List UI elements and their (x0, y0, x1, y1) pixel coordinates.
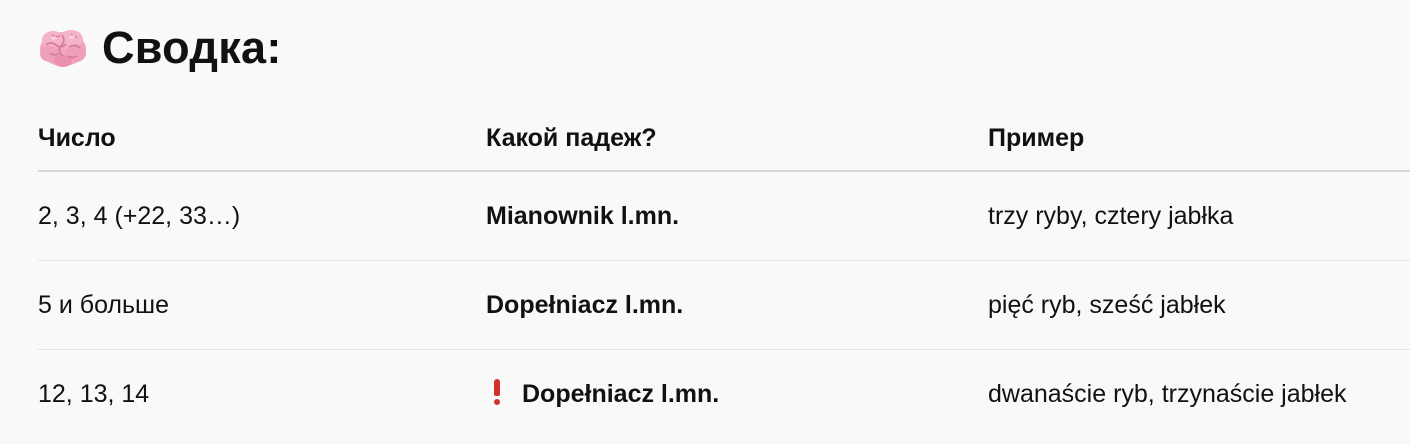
example-cell: trzy ryby, cztery jabłka (988, 171, 1410, 261)
table-header-row: Число Какой падеж? Пример (38, 106, 1410, 172)
column-header-case: Какой падеж? (486, 106, 988, 172)
brain-icon (40, 30, 86, 67)
case-label: Dopełniacz l.mn. (522, 380, 720, 408)
summary-table: Число Какой падеж? Пример 2, 3, 4 (+22, … (38, 106, 1410, 438)
example-cell: dwanaście ryb, trzynaście jabłek (988, 379, 1347, 408)
number-cell: 2, 3, 4 (+22, 33…) (38, 171, 486, 261)
case-cell-with-warning: Dopełniacz l.mn. (486, 350, 988, 439)
exclamation-icon (492, 379, 502, 405)
page-title: Сводка: (102, 22, 282, 73)
page-heading: Сводка: (38, 22, 282, 74)
case-cell: Mianownik l.mn. (486, 171, 988, 261)
table-row: 12, 13, 14 Dopełniacz l.mn. dwanaście ry… (38, 350, 1410, 439)
example-cell: pięć ryb, sześć jabłek (988, 260, 1410, 350)
case-cell: Dopełniacz l.mn. (486, 260, 988, 350)
table-row: 5 и больше Dopełniacz l.mn. pięć ryb, sz… (38, 260, 1410, 350)
column-header-example: Пример (988, 106, 1410, 172)
number-cell: 5 и больше (38, 260, 486, 350)
column-header-number: Число (38, 106, 486, 172)
table-row: 2, 3, 4 (+22, 33…) Mianownik l.mn. trzy … (38, 171, 1410, 261)
number-cell: 12, 13, 14 (38, 379, 150, 408)
